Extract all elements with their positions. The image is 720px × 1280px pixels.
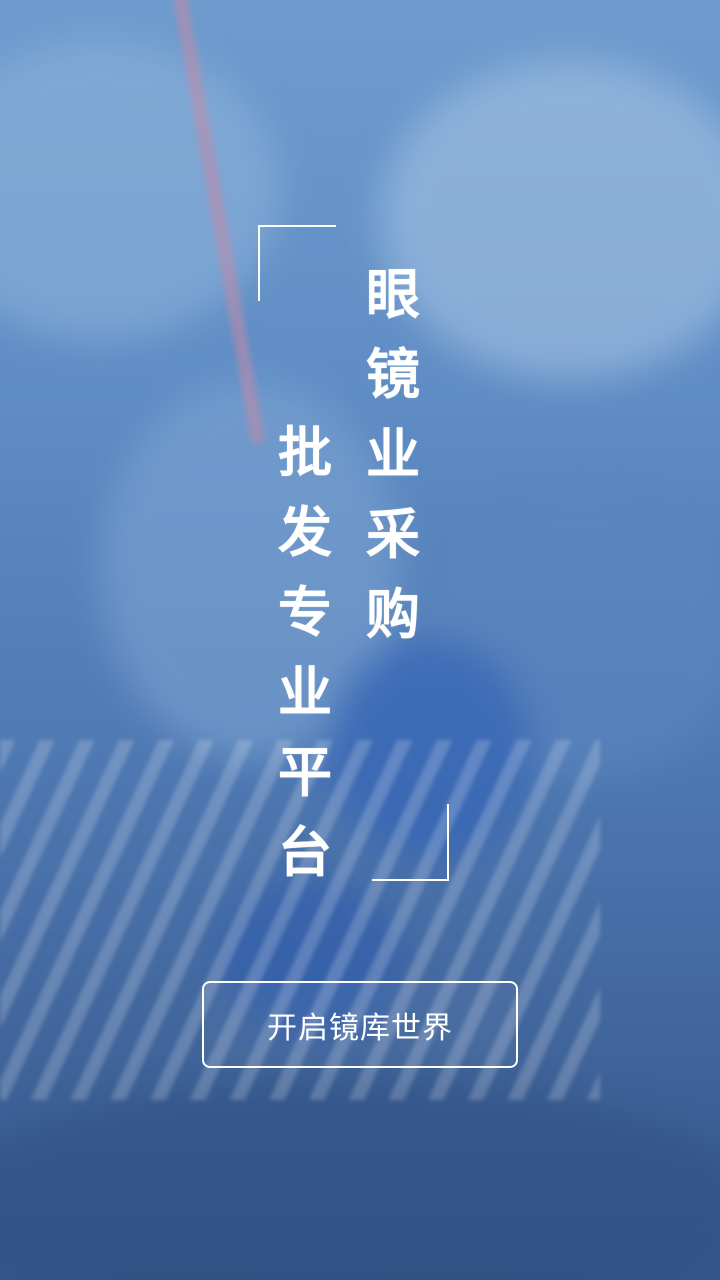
headline-char: 眼: [366, 262, 420, 326]
headline-char: 业: [278, 660, 332, 724]
enter-world-button[interactable]: 开启镜库世界: [202, 981, 518, 1068]
frame-corner-bottom-right: [372, 804, 449, 881]
headline-left-column: 批 发 专 业 平 台: [272, 412, 338, 892]
headline-char: 批: [278, 420, 332, 484]
headline-char: 镜: [366, 342, 420, 406]
headline-char: 发: [278, 500, 332, 564]
frame-corner-top-left: [258, 225, 336, 301]
headline-char: 台: [278, 820, 332, 884]
headline-char: 购: [366, 582, 420, 646]
splash-screen: 眼 镜 业 采 购 批 发 专 业 平 台 开启镜库世界: [0, 0, 720, 1280]
headline-char: 专: [278, 580, 332, 644]
enter-world-button-label: 开启镜库世界: [267, 1010, 453, 1046]
headline-char: 平: [278, 740, 332, 804]
headline-right-column: 眼 镜 业 采 购: [360, 254, 426, 654]
headline-char: 业: [366, 422, 420, 486]
headline-char: 采: [366, 502, 420, 566]
